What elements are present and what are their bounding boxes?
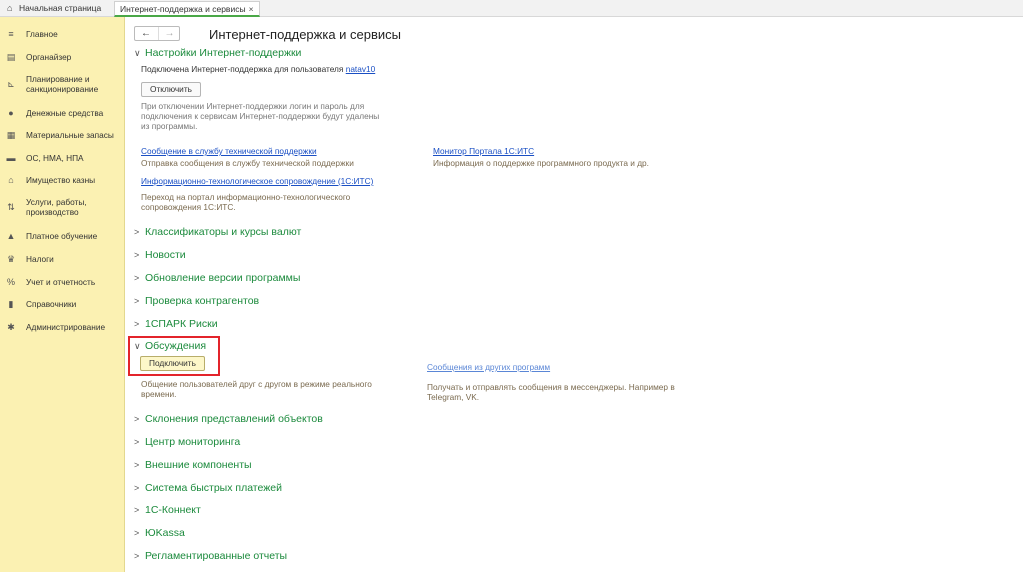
disconnect-note: При отключении Интернет-поддержки логин … [141,101,380,131]
accounting-icon: % [6,277,15,287]
support-message-desc: Отправка сообщения в службу технической … [141,158,354,168]
building-icon: ⌂ [8,175,14,185]
section-title: Обсуждения [145,340,207,352]
page-title: Интернет-поддержка и сервисы [209,27,402,42]
chevron-right-icon: > [134,437,140,447]
chevron-right-icon: > [134,505,140,515]
home-icon: ⌂ [7,3,13,13]
chevron-right-icon: > [134,296,140,306]
sidebar-item-label: Органайзер [26,52,72,62]
chevron-down-icon: ∨ [134,341,141,351]
section-title: Центр мониторинга [145,436,241,448]
graduation-icon: ▲ [6,231,16,241]
its-desc: Переход на портал информационно-технолог… [141,192,351,212]
sidebar-item-label: Учет и отчетность [26,277,96,287]
chevron-right-icon: > [134,227,140,237]
book-icon: ▮ [8,299,14,309]
sidebar-item-label: ОС, НМА, НПА [26,153,84,163]
chevron-right-icon: > [134,483,140,493]
connected-text: Подключена Интернет-поддержка для пользо… [141,64,344,74]
sidebar-item-label: Имущество казны [26,175,96,185]
sidebar-item-label: Администрирование [26,322,106,332]
section-1c-connect[interactable]: >1С-Коннект [134,504,201,516]
truck-icon: ▬ [6,153,16,163]
forward-arrow-icon[interactable]: → [158,27,180,40]
section-yukassa[interactable]: > ЮKassa [134,527,185,539]
tab-internet-support-label: Интернет-поддержка и сервисы [120,4,246,14]
section-title: Склонения представлений объектов [145,413,323,425]
section-title: Настройки Интернет-поддержки [145,47,302,59]
section-title: ЮKassa [145,527,185,539]
section-title: Система быстрых платежей [145,482,282,494]
sidebar-item-label: Планирование и санкционирование [26,74,99,94]
section-title: 1СПАРК Риски [145,318,218,330]
section-title: Регламентированные отчеты [145,550,288,562]
section-title: Внешние компоненты [145,459,252,471]
section-classifiers[interactable]: > Классификаторы и курсы валют [134,226,301,238]
connected-status: Подключена Интернет-поддержка для пользо… [141,64,375,74]
sidebar: ≡ Главное ▤ Органайзер ⊾ Планирование и … [0,17,125,572]
back-arrow-icon[interactable]: ← [135,27,157,40]
chevron-right-icon: > [134,551,140,561]
section-title: Классификаторы и курсы валют [145,226,302,238]
tab-bar: ⌂ Начальная страница Интернет-поддержка и… [0,0,1023,17]
other-programs-desc: Получать и отправлять сообщения в мессен… [427,382,675,402]
chevron-right-icon: > [134,273,140,283]
section-fast-payments[interactable]: > Система быстрых платежей [134,482,282,494]
chart-icon: ⊾ [7,79,15,89]
support-message-link[interactable]: Сообщение в службу технической поддержки [141,146,317,156]
monitor-link[interactable]: Монитор Портала 1С:ИТС [433,146,534,156]
main-content: ← → Интернет-поддержка и сервисы ∨ Настро… [126,17,1023,572]
chevron-right-icon: > [134,414,140,424]
other-programs-link[interactable]: Сообщения из других программ [427,362,550,372]
its-link[interactable]: Информационно-технологическое сопровожде… [141,176,373,186]
section-spark-risks[interactable]: >1СПАРК Риски [134,318,218,330]
chevron-right-icon: > [134,319,140,329]
tab-home-label: Начальная страница [19,3,102,13]
sidebar-item-label: Материальные запасы [26,130,114,140]
section-discussions[interactable]: ∨ Обсуждения [134,340,206,352]
gear-icon: ✱ [7,322,15,332]
chevron-right-icon: > [134,250,140,260]
sidebar-item-label: Главное [26,29,58,39]
sidebar-item-label: Платное обучение [26,231,98,241]
section-title: Новости [145,249,186,261]
close-icon[interactable]: × [249,4,254,14]
user-link[interactable]: natav10 [346,64,376,74]
calendar-icon: ▤ [6,52,16,62]
section-settings[interactable]: ∨ Настройки Интернет-поддержки [134,47,301,59]
services-icon: ⇅ [7,202,15,212]
section-update[interactable]: > Обновление версии программы [134,272,300,284]
chevron-right-icon: > [134,528,140,538]
section-external-components[interactable]: > Внешние компоненты [134,459,252,471]
section-title: 1С-Коннект [145,504,201,516]
disconnect-button[interactable]: Отключить [141,82,201,97]
section-regulated-reports[interactable]: > Регламентированные отчеты [134,550,287,562]
section-monitoring[interactable]: > Центр мониторинга [134,436,240,448]
monitor-desc: Информация о поддержке программного прод… [433,158,649,168]
tab-home[interactable]: ⌂ Начальная страница [2,1,106,17]
sidebar-item-label: Налоги [26,254,54,264]
tab-internet-support[interactable]: Интернет-поддержка и сервисы × [114,1,260,17]
coin-icon: ● [8,108,14,118]
chevron-down-icon: ∨ [134,48,141,58]
section-title: Проверка контрагентов [145,295,260,307]
connect-button[interactable]: Подключить [140,356,205,371]
menu-icon: ≡ [8,29,14,39]
discussions-desc: Общение пользователей друг с другом в ре… [141,379,372,399]
boxes-icon: ▦ [6,130,16,140]
sidebar-item-label: Услуги, работы, производство [26,197,87,217]
sidebar-item-label: Денежные средства [26,108,104,118]
sidebar-item-label: Справочники [26,299,77,309]
nav-buttons: ← → [134,26,180,41]
section-counterparty-check[interactable]: > Проверка контрагентов [134,295,259,307]
chevron-right-icon: > [134,460,140,470]
section-news[interactable]: > Новости [134,249,186,261]
emblem-icon: ♛ [6,254,16,264]
section-title: Обновление версии программы [145,272,301,284]
section-declensions[interactable]: > Склонения представлений объектов [134,413,323,425]
